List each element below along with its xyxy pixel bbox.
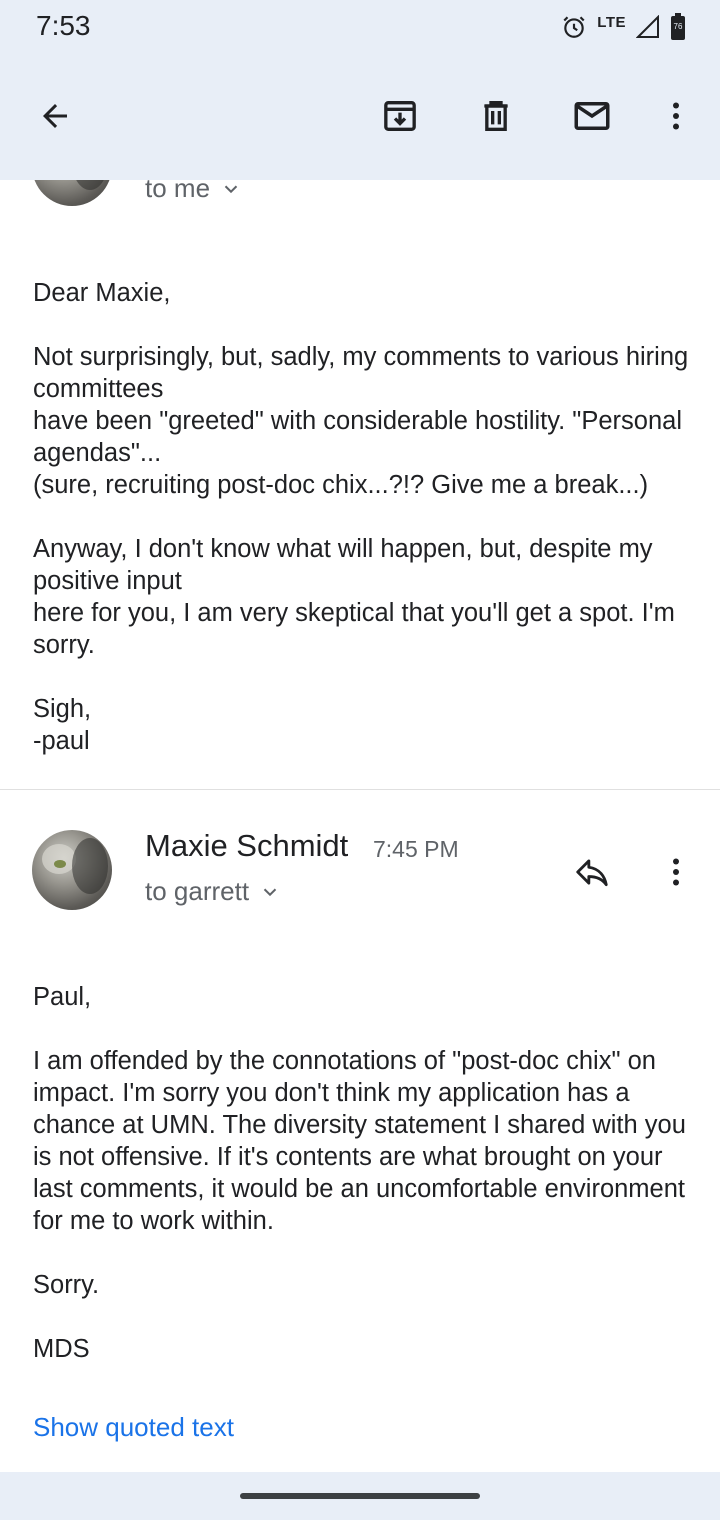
recipient-details-toggle[interactable]: to me: [145, 180, 242, 204]
status-time: 7:53: [36, 10, 91, 41]
app-bar: [0, 56, 720, 180]
reply-button[interactable]: [568, 848, 616, 896]
message-more-button[interactable]: [652, 848, 700, 896]
sender-name: Maxie Schmidt: [145, 828, 349, 863]
navigation-bar: [0, 1472, 720, 1520]
mail-icon: [571, 95, 613, 137]
recipient-label: to me: [145, 180, 211, 203]
more-options-button[interactable]: [652, 92, 700, 140]
mark-unread-button[interactable]: [568, 92, 616, 140]
signal-icon: [636, 15, 660, 39]
arrow-back-icon: [37, 98, 73, 134]
more-vert-icon: [658, 98, 694, 134]
reply-icon: [573, 853, 611, 891]
show-quoted-text-link[interactable]: Show quoted text: [33, 1412, 234, 1443]
message-time: 7:45 PM: [373, 836, 459, 862]
avatar[interactable]: [32, 830, 112, 910]
conversation-content[interactable]: to me Dear Maxie, Not surprisingly, but,…: [0, 180, 720, 1472]
message-body: Paul, I am offended by the connotations …: [33, 983, 686, 1363]
network-type: LTE: [597, 13, 626, 31]
battery-icon: 76: [670, 13, 686, 41]
trash-icon: [476, 96, 516, 136]
archive-button[interactable]: [376, 92, 424, 140]
recipient-label: to garrett: [145, 876, 250, 906]
chevron-down-icon: [259, 881, 281, 903]
back-button[interactable]: [31, 92, 79, 140]
alarm-icon: [561, 14, 587, 40]
status-icons: LTE 76: [561, 12, 686, 42]
message-divider: [0, 789, 720, 790]
message-body: Dear Maxie, Not surprisingly, but, sadly…: [33, 279, 689, 755]
more-vert-icon: [658, 854, 694, 890]
battery-level: 76: [673, 22, 683, 31]
archive-icon: [380, 96, 420, 136]
home-gesture-handle[interactable]: [240, 1493, 480, 1499]
recipient-details-toggle[interactable]: to garrett: [145, 876, 281, 907]
status-bar: 7:53 LTE 76: [0, 0, 720, 56]
delete-button[interactable]: [472, 92, 520, 140]
chevron-down-icon: [220, 180, 242, 200]
avatar[interactable]: [32, 180, 112, 206]
